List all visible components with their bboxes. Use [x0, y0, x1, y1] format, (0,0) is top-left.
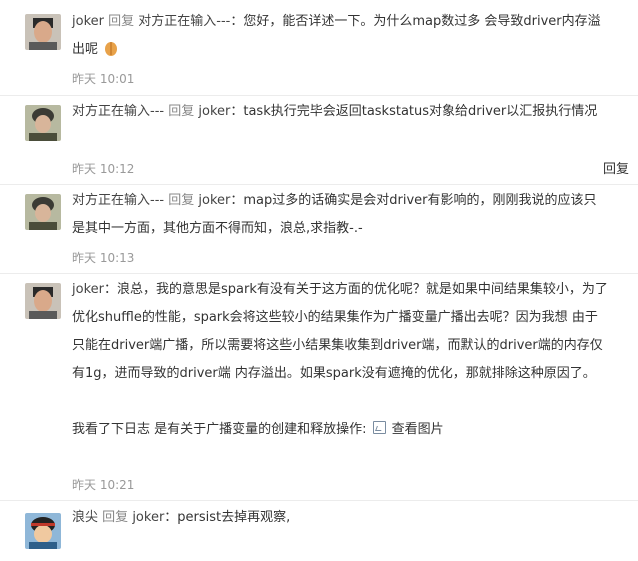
- avatar-langjian[interactable]: [25, 513, 61, 549]
- avatar-joker[interactable]: [25, 283, 61, 319]
- comment-text: joker：浪总，我的意思是spark有没有关于这方面的优化呢？就是如果中间结果…: [72, 276, 608, 388]
- reply-label: 回复: [108, 14, 135, 29]
- author-name[interactable]: 浪尖: [72, 510, 98, 525]
- author-name[interactable]: 对方正在输入---: [72, 104, 164, 119]
- reply-to-name[interactable]: 对方正在输入---: [138, 14, 230, 29]
- comment-time: 昨天 10:01: [72, 72, 135, 86]
- reply-label: 回复: [102, 510, 129, 525]
- comment-text: joker 回复 对方正在输入---：您好，能否详述一下。为什么map数过多 会…: [72, 8, 608, 68]
- avatar-joker[interactable]: [25, 14, 61, 50]
- author-name[interactable]: 对方正在输入---: [72, 193, 164, 208]
- reply-label: 回复: [168, 104, 195, 119]
- avatar-typing-user[interactable]: [25, 194, 61, 230]
- comment-text-2: 我看了下日志 是有关于广播变量的创建和释放操作: 查看图片: [72, 416, 608, 444]
- reply-to-name[interactable]: joker: [198, 104, 230, 119]
- comment-time: 昨天 10:21: [72, 478, 135, 492]
- image-icon: [372, 421, 386, 434]
- comment-1: joker 回复 对方正在输入---：您好，能否详述一下。为什么map数过多 会…: [0, 0, 638, 96]
- comment-text: 对方正在输入--- 回复 joker：task执行完毕会返回taskstatus…: [72, 98, 608, 126]
- author-name[interactable]: joker: [72, 282, 104, 297]
- praying-hands-emoji-icon: [102, 39, 120, 68]
- view-image-link[interactable]: 查看图片: [371, 421, 444, 437]
- comment-5: 浪尖 回复 joker：persist去掉再观察,: [0, 501, 638, 561]
- comment-body: ：persist去掉再观察,: [164, 510, 291, 525]
- comment-body-2: 我看了下日志 是有关于广播变量的创建和释放操作:: [72, 422, 367, 437]
- comment-3: 对方正在输入--- 回复 joker：map过多的话确实是会对driver有影响…: [0, 185, 638, 274]
- comment-text: 对方正在输入--- 回复 joker：map过多的话确实是会对driver有影响…: [72, 187, 608, 243]
- comment-2: 对方正在输入--- 回复 joker：task执行完毕会返回taskstatus…: [0, 96, 638, 185]
- comment-time: 昨天 10:12: [72, 162, 135, 176]
- comment-text: 浪尖 回复 joker：persist去掉再观察,: [72, 504, 608, 532]
- comment-time: 昨天 10:13: [72, 251, 135, 265]
- reply-label: 回复: [168, 193, 195, 208]
- comment-4: joker：浪总，我的意思是spark有没有关于这方面的优化呢？就是如果中间结果…: [0, 274, 638, 501]
- reply-button[interactable]: 回复: [603, 158, 629, 177]
- avatar-typing-user[interactable]: [25, 105, 61, 141]
- reply-to-name[interactable]: joker: [132, 510, 164, 525]
- reply-to-name[interactable]: joker: [198, 193, 230, 208]
- comment-body: ：浪总，我的意思是spark有没有关于这方面的优化呢？就是如果中间结果集较小，为…: [72, 282, 608, 381]
- view-image-label: 查看图片: [391, 422, 444, 437]
- author-name[interactable]: joker: [72, 14, 104, 29]
- comment-body: ：task执行完毕会返回taskstatus对象给driver以汇报执行情况: [230, 104, 598, 119]
